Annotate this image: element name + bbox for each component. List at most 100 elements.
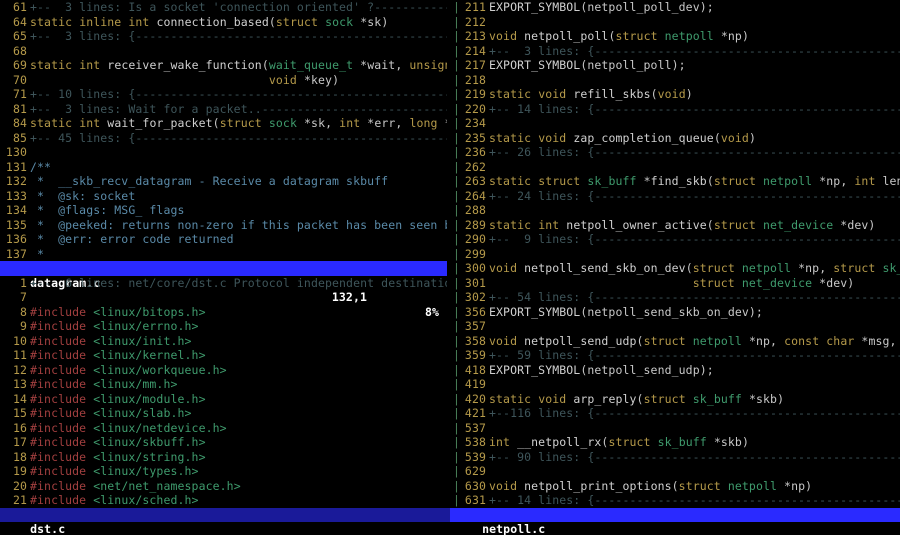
code-line[interactable]: 65+-- 3 lines: {------------------------… [0, 29, 447, 44]
code-line[interactable]: |213void netpoll_poll(struct netpoll *np… [453, 29, 900, 44]
filename: netpoll.c [482, 522, 545, 535]
code-line[interactable]: 134 * @flags: MSG_ flags [0, 203, 447, 218]
code-line[interactable]: 132 * __skb_recv_datagram - Receive a da… [0, 174, 447, 189]
line-content: #include <linux/mm.h> [30, 377, 178, 391]
code-line[interactable]: |537 [453, 421, 900, 436]
line-content [489, 116, 496, 130]
code-line[interactable]: |630void netpoll_print_options(struct ne… [453, 479, 900, 494]
statusbar-datagram: datagram.c 132,1 8% [0, 261, 447, 276]
line-number: 630 [459, 479, 489, 494]
code-line[interactable]: 130 [0, 145, 447, 160]
code-line[interactable]: |236+-- 26 lines: {---------------------… [453, 145, 900, 160]
code-line[interactable]: 13#include <linux/mm.h> [0, 377, 447, 392]
code-line[interactable]: |234 [453, 116, 900, 131]
code-line[interactable]: 84static int wait_for_packet(struct sock… [0, 116, 447, 131]
line-content: void netpoll_send_udp(struct netpoll *np… [489, 334, 900, 348]
code-line[interactable]: |235static void zap_completion_queue(voi… [453, 131, 900, 146]
code-line[interactable]: 11#include <linux/kernel.h> [0, 348, 447, 363]
code-line[interactable]: 20#include <net/net_namespace.h> [0, 479, 447, 494]
statusbar-dst: dst.c 1,1 Top [0, 508, 450, 523]
code-line[interactable]: |214+-- 3 lines: {----------------------… [453, 44, 900, 59]
code-line[interactable]: |419 [453, 377, 900, 392]
line-content: #include <linux/types.h> [30, 464, 199, 478]
line-number: 290 [459, 232, 489, 247]
code-line[interactable]: |357 [453, 319, 900, 334]
code-line[interactable]: |299 [453, 247, 900, 262]
line-number: 13 [0, 377, 30, 392]
line-content: #include <linux/netdevice.h> [30, 421, 227, 435]
code-line[interactable]: 9#include <linux/errno.h> [0, 319, 447, 334]
code-line[interactable]: 131/** [0, 160, 447, 175]
pane-datagram[interactable]: 61+-- 3 lines: Is a socket 'connection o… [0, 0, 447, 261]
code-line[interactable]: |220+-- 14 lines: {---------------------… [453, 102, 900, 117]
code-line[interactable]: |289static int netpoll_owner_active(stru… [453, 218, 900, 233]
code-line[interactable]: 17#include <linux/skbuff.h> [0, 435, 447, 450]
code-line[interactable]: |300void netpoll_send_skb_on_dev(struct … [453, 261, 900, 276]
line-number: 211 [459, 0, 489, 15]
code-line[interactable]: |288 [453, 203, 900, 218]
line-content: void netpoll_send_skb_on_dev(struct netp… [489, 261, 900, 275]
line-content: +-- 3 lines: Wait for a packet..--------… [30, 102, 447, 116]
code-line[interactable]: |301 struct net_device *dev) [453, 276, 900, 291]
line-number: 218 [459, 73, 489, 88]
code-line[interactable]: |212 [453, 15, 900, 30]
line-content: +-- 3 lines: Is a socket 'connection ori… [30, 0, 447, 14]
code-line[interactable]: 18#include <linux/string.h> [0, 450, 447, 465]
pane-dst[interactable]: 1+-- 6 lines: net/core/dst.c Protocol in… [0, 276, 447, 508]
code-line[interactable]: 10#include <linux/init.h> [0, 334, 447, 349]
line-content: * @peeked: returns non-zero if this pack… [30, 218, 447, 232]
code-line[interactable]: 1+-- 6 lines: net/core/dst.c Protocol in… [0, 276, 447, 291]
code-line[interactable]: 137 * [0, 247, 447, 262]
code-line[interactable]: |264+-- 24 lines: {---------------------… [453, 189, 900, 204]
code-line[interactable]: |219static void refill_skbs(void) [453, 87, 900, 102]
code-line[interactable]: |262 [453, 160, 900, 175]
code-line[interactable]: 133 * @sk: socket [0, 189, 447, 204]
code-line[interactable]: |420static void arp_reply(struct sk_buff… [453, 392, 900, 407]
code-line[interactable]: 81+-- 3 lines: Wait for a packet..------… [0, 102, 447, 117]
line-number: 133 [0, 189, 30, 204]
line-number: 20 [0, 479, 30, 494]
line-number: 134 [0, 203, 30, 218]
code-line[interactable]: 68 [0, 44, 447, 59]
code-line[interactable]: 15#include <linux/slab.h> [0, 406, 447, 421]
code-line[interactable]: 71+-- 10 lines: {-----------------------… [0, 87, 447, 102]
line-content: #include <linux/errno.h> [30, 319, 199, 333]
code-line[interactable]: 61+-- 3 lines: Is a socket 'connection o… [0, 0, 447, 15]
code-line[interactable]: |418EXPORT_SYMBOL(netpoll_send_udp); [453, 363, 900, 378]
line-number: 131 [0, 160, 30, 175]
code-line[interactable]: |358void netpoll_send_udp(struct netpoll… [453, 334, 900, 349]
code-line[interactable]: |629 [453, 464, 900, 479]
code-line[interactable]: |302+-- 54 lines: {---------------------… [453, 290, 900, 305]
code-line[interactable]: 64static inline int connection_based(str… [0, 15, 447, 30]
code-line[interactable]: 135 * @peeked: returns non-zero if this … [0, 218, 447, 233]
code-line[interactable]: |631+-- 14 lines: {---------------------… [453, 493, 900, 508]
code-line[interactable]: 7 [0, 290, 447, 305]
code-line[interactable]: |263static struct sk_buff *find_skb(stru… [453, 174, 900, 189]
code-line[interactable]: |538int __netpoll_rx(struct sk_buff *skb… [453, 435, 900, 450]
code-line[interactable]: 16#include <linux/netdevice.h> [0, 421, 447, 436]
code-line[interactable]: 85+-- 45 lines: {-----------------------… [0, 131, 447, 146]
code-line[interactable]: |211EXPORT_SYMBOL(netpoll_poll_dev); [453, 0, 900, 15]
line-content: int __netpoll_rx(struct sk_buff *skb) [489, 435, 749, 449]
code-line[interactable]: 70 void *key) [0, 73, 447, 88]
code-line[interactable]: 69static int receiver_wake_function(wait… [0, 58, 447, 73]
code-line[interactable]: |218 [453, 73, 900, 88]
code-line[interactable]: 19#include <linux/types.h> [0, 464, 447, 479]
code-line[interactable]: |356EXPORT_SYMBOL(netpoll_send_skb_on_de… [453, 305, 900, 320]
pane-netpoll[interactable]: |211EXPORT_SYMBOL(netpoll_poll_dev);|212… [453, 0, 900, 508]
line-number: 84 [0, 116, 30, 131]
line-content [489, 247, 496, 261]
code-line[interactable]: |539+-- 90 lines: {---------------------… [453, 450, 900, 465]
code-line[interactable]: 136 * @err: error code returned [0, 232, 447, 247]
code-line[interactable]: 12#include <linux/workqueue.h> [0, 363, 447, 378]
code-line[interactable]: 14#include <linux/module.h> [0, 392, 447, 407]
code-line[interactable]: 21#include <linux/sched.h> [0, 493, 447, 508]
code-line[interactable]: |217EXPORT_SYMBOL(netpoll_poll); [453, 58, 900, 73]
line-content [30, 145, 37, 159]
code-line[interactable]: |421+--116 lines: {---------------------… [453, 406, 900, 421]
code-line[interactable]: |359+-- 59 lines: {---------------------… [453, 348, 900, 363]
code-line[interactable]: |290+-- 9 lines: {----------------------… [453, 232, 900, 247]
code-line[interactable]: 8#include <linux/bitops.h> [0, 305, 447, 320]
line-number: 236 [459, 145, 489, 160]
line-number: 356 [459, 305, 489, 320]
